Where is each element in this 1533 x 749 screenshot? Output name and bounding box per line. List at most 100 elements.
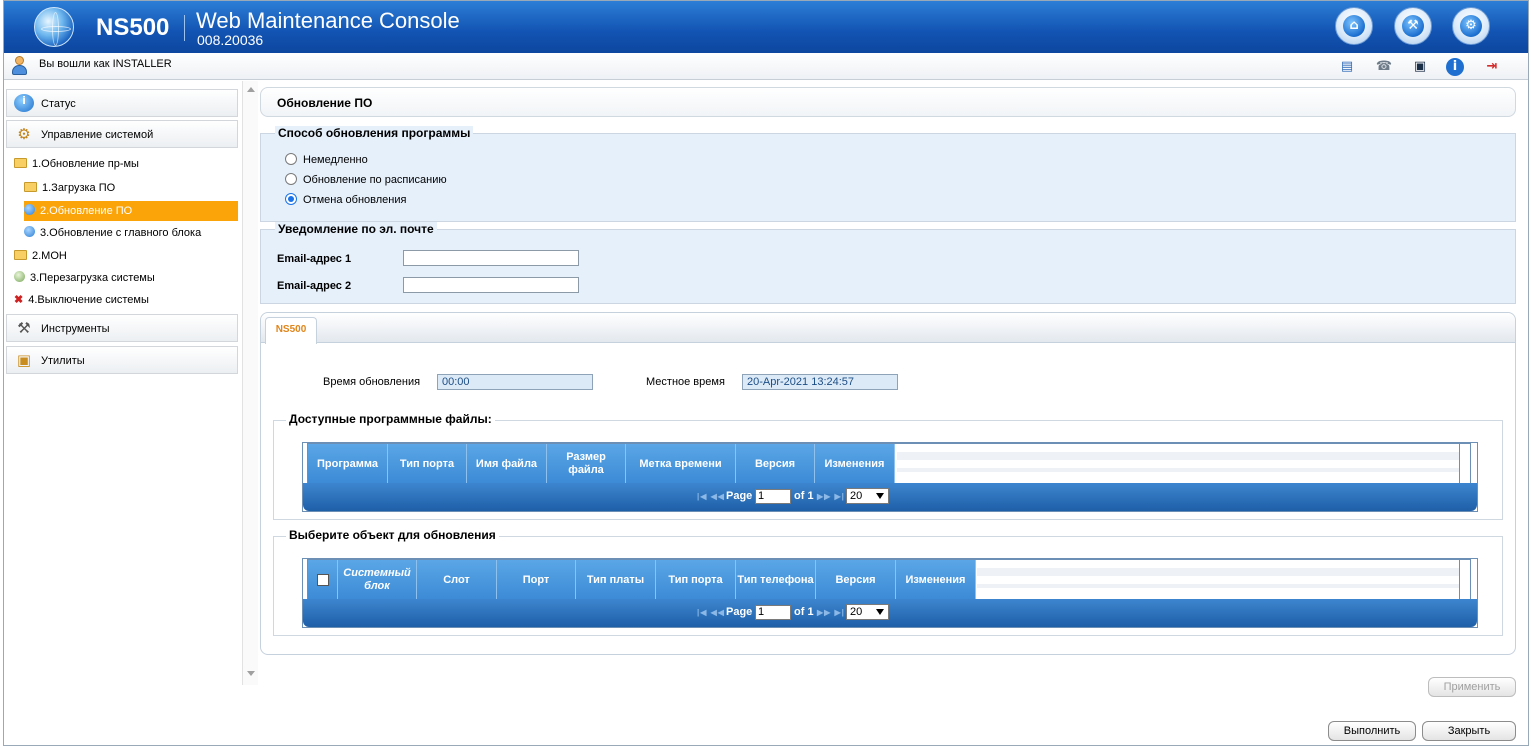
group-legend: Доступные программные файлы: bbox=[286, 412, 495, 426]
local-time-field: 20-Apr-2021 13:24:57 bbox=[742, 374, 898, 390]
update-icon bbox=[24, 226, 35, 237]
email2-field[interactable] bbox=[403, 277, 579, 293]
gears-icon: ⚙ bbox=[17, 125, 31, 143]
console-window: NS500 Web Maintenance Console 008.20036 … bbox=[3, 0, 1529, 746]
tree-item-update-from-main[interactable]: 3.Обновление с главного блока bbox=[24, 223, 201, 243]
column-header[interactable]: Изменения bbox=[815, 444, 895, 484]
scroll-up-icon[interactable] bbox=[247, 87, 255, 92]
tree-item-software-download[interactable]: 1.Загрузка ПО bbox=[24, 178, 115, 198]
page-size-select[interactable]: 20 bbox=[846, 604, 889, 620]
sidebar-scrollbar[interactable] bbox=[242, 81, 258, 685]
apply-button[interactable]: Применить bbox=[1428, 677, 1516, 697]
sidebar-item-status[interactable]: i Статус bbox=[6, 89, 238, 117]
header-bar: NS500 Web Maintenance Console 008.20036 … bbox=[4, 1, 1528, 53]
tree-item-shutdown[interactable]: ✖ 4.Выключение системы bbox=[14, 290, 149, 310]
column-header[interactable]: Тип платы bbox=[576, 560, 656, 600]
sidebar-item-utilities[interactable]: ▣ Утилиты bbox=[6, 346, 238, 374]
settings-button[interactable]: ⚙ bbox=[1452, 7, 1490, 45]
group-legend: Способ обновления программы bbox=[275, 126, 474, 140]
sidebar-item-system-management[interactable]: ⚙ Управление системой bbox=[6, 120, 238, 148]
sidebar: i Статус ⚙ Управление системой 1.Обновле… bbox=[4, 81, 242, 681]
column-header[interactable]: Тип порта bbox=[388, 444, 467, 484]
sidebar-item-label: Инструменты bbox=[41, 323, 110, 335]
app-title: Web Maintenance Console bbox=[196, 8, 460, 33]
column-header[interactable]: Версия bbox=[736, 444, 815, 484]
close-button[interactable]: Закрыть bbox=[1422, 721, 1516, 741]
grid-body: Системный блок Слот Порт Тип платы Тип порта… bbox=[307, 559, 1471, 600]
page-number-input[interactable]: 1 bbox=[755, 489, 791, 504]
email1-field[interactable] bbox=[403, 250, 579, 266]
radio-button[interactable] bbox=[285, 153, 297, 165]
files-pager: |◀ ◀◀ Page 1 of 1 ▶▶ ▶| 20 bbox=[303, 483, 1477, 511]
header-divider bbox=[184, 15, 185, 41]
tree-item-label: 3.Перезагрузка системы bbox=[30, 272, 155, 284]
column-header[interactable]: Имя файла bbox=[467, 444, 547, 484]
home-button[interactable]: ⌂ bbox=[1335, 7, 1373, 45]
next-page-icon[interactable]: ▶▶ ▶| bbox=[817, 492, 845, 501]
tab-strip: NS500 bbox=[261, 313, 1515, 344]
tab-ns500[interactable]: NS500 bbox=[265, 317, 317, 344]
column-header[interactable]: Системный блок bbox=[338, 560, 417, 600]
select-all-cell[interactable] bbox=[308, 560, 338, 600]
radio-label: Отмена обновления bbox=[303, 194, 407, 206]
update-time-field[interactable]: 00:00 bbox=[437, 374, 593, 390]
column-header[interactable]: Размер файла bbox=[547, 444, 626, 484]
column-header[interactable]: Порт bbox=[497, 560, 576, 600]
radio-label: Обновление по расписанию bbox=[303, 174, 447, 186]
grid-empty-area bbox=[897, 444, 1460, 484]
local-time-label: Местное время bbox=[646, 376, 725, 388]
grid-body: Программа Тип порта Имя файла Размер файла М… bbox=[307, 443, 1471, 484]
column-header[interactable]: Слот bbox=[417, 560, 497, 600]
tree-item-label: 1.Загрузка ПО bbox=[42, 182, 116, 194]
page-label: Page bbox=[726, 606, 753, 618]
radio-scheduled[interactable]: Обновление по расписанию bbox=[285, 173, 447, 189]
radio-button-selected[interactable] bbox=[285, 193, 297, 205]
page-size-select[interactable]: 20 bbox=[846, 488, 889, 504]
radio-button[interactable] bbox=[285, 173, 297, 185]
first-page-icon[interactable]: |◀ ◀◀ bbox=[697, 492, 725, 501]
sidebar-item-label: Статус bbox=[41, 98, 76, 110]
select-all-checkbox[interactable] bbox=[316, 574, 329, 586]
first-page-icon[interactable]: |◀ ◀◀ bbox=[697, 608, 725, 617]
radio-cancel-update[interactable]: Отмена обновления bbox=[285, 193, 406, 209]
column-header[interactable]: Тип телефона bbox=[736, 560, 816, 600]
save-icon[interactable]: ▣ bbox=[1410, 57, 1430, 77]
column-header[interactable]: Версия bbox=[816, 560, 896, 600]
tree-item-restart[interactable]: 3.Перезагрузка системы bbox=[14, 268, 155, 288]
tree-item-label: 1.Обновление пр-мы bbox=[32, 158, 139, 170]
update-time-label: Время обновления bbox=[323, 376, 421, 388]
next-page-icon[interactable]: ▶▶ ▶| bbox=[817, 608, 845, 617]
user-bar: Вы вошли как INSTALLER ▤ ☎ ▣ i ⇥ bbox=[4, 53, 1528, 80]
sidebar-item-label: Управление системой bbox=[41, 129, 154, 141]
box-icon: ▣ bbox=[16, 351, 32, 369]
gear-icon: ⚙ bbox=[1460, 15, 1482, 37]
tools-button[interactable]: ⚒ bbox=[1394, 7, 1432, 45]
tree-item-label: 2.MOH bbox=[32, 250, 67, 262]
group-legend: Выберите объект для обновления bbox=[286, 528, 499, 542]
radio-immediate[interactable]: Немедленно bbox=[285, 153, 368, 169]
column-header[interactable]: Тип порта bbox=[656, 560, 736, 600]
info-icon: i bbox=[14, 94, 34, 112]
execute-button[interactable]: Выполнить bbox=[1328, 721, 1416, 741]
tree-item-moh[interactable]: 2.MOH bbox=[14, 246, 67, 266]
wrench-icon: ⚒ bbox=[17, 319, 31, 337]
scroll-down-icon[interactable] bbox=[247, 671, 255, 676]
tree-item-program-update[interactable]: 1.Обновление пр-мы bbox=[14, 154, 139, 174]
logout-icon[interactable]: ⇥ bbox=[1482, 57, 1502, 77]
column-header[interactable]: Программа bbox=[308, 444, 388, 484]
phone-icon[interactable]: ☎ bbox=[1374, 57, 1394, 77]
report-icon[interactable]: ▤ bbox=[1337, 57, 1357, 77]
targets-grid: Системный блок Слот Порт Тип платы Тип порта… bbox=[302, 558, 1478, 628]
open-folder-icon bbox=[14, 158, 27, 168]
tree-item-software-update[interactable]: 2.Обновление ПО bbox=[24, 201, 238, 221]
page-number-input[interactable]: 1 bbox=[755, 605, 791, 620]
column-header[interactable]: Изменения bbox=[896, 560, 976, 600]
info-icon[interactable]: i bbox=[1446, 58, 1464, 76]
page-count: of 1 bbox=[794, 490, 814, 502]
shutdown-x-icon: ✖ bbox=[14, 294, 24, 306]
update-method-group: Способ обновления программы Немедленно О… bbox=[260, 126, 1516, 222]
sidebar-item-tools[interactable]: ⚒ Инструменты bbox=[6, 314, 238, 342]
group-legend: Уведомление по эл. почте bbox=[275, 222, 437, 236]
column-header[interactable]: Метка времени bbox=[626, 444, 736, 484]
globe-logo-icon bbox=[34, 7, 74, 47]
